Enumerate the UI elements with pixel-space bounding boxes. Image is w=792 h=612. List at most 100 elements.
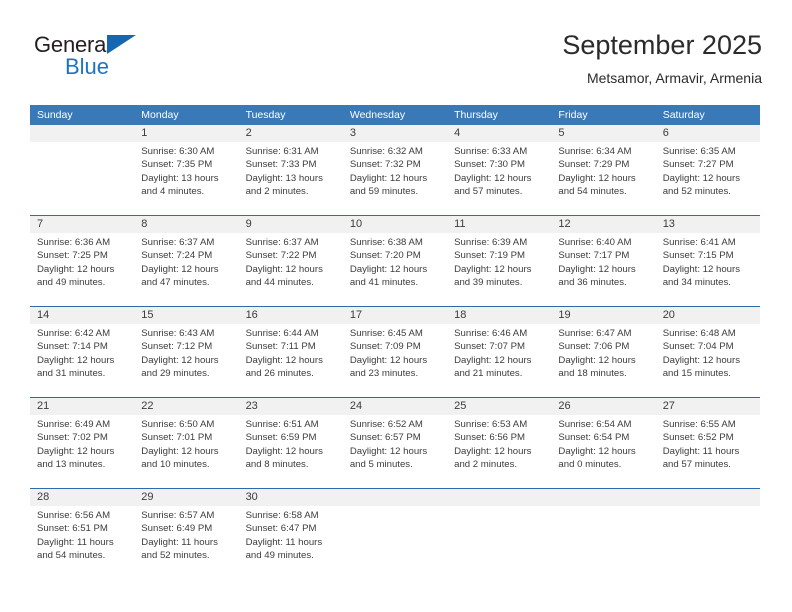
day-number[interactable]: 19 [551, 307, 655, 324]
day-number[interactable]: 21 [30, 398, 134, 415]
day-number[interactable]: 18 [447, 307, 551, 324]
day-sunset-text: Sunset: 7:22 PM [245, 250, 317, 262]
day-cell[interactable]: Sunrise: 6:54 AM Sunset: 6:54 PM Daylight:… [551, 415, 655, 488]
day-cell[interactable]: Sunrise: 6:49 AM Sunset: 7:02 PM Daylight:… [30, 415, 134, 488]
day-cell[interactable]: Sunrise: 6:40 AM Sunset: 7:17 PM Daylight:… [551, 233, 655, 306]
day-cell[interactable]: Sunrise: 6:50 AM Sunset: 7:01 PM Daylight:… [134, 415, 238, 488]
day-number[interactable]: 29 [134, 489, 238, 506]
day-sunset-text: Sunset: 7:01 PM [141, 432, 213, 444]
day-number[interactable]: 27 [656, 398, 760, 415]
day-number[interactable]: 4 [447, 125, 551, 142]
day-daylight-text: and 8 minutes. [245, 459, 309, 471]
day-cell[interactable]: Sunrise: 6:35 AM Sunset: 7:27 PM Daylight:… [656, 142, 760, 215]
day-cell[interactable]: Sunrise: 6:44 AM Sunset: 7:11 PM Daylight:… [239, 324, 343, 397]
day-number[interactable]: 28 [30, 489, 134, 506]
day-number[interactable]: 9 [239, 216, 343, 233]
day-sunrise-text: Sunrise: 6:36 AM [37, 237, 111, 248]
day-number[interactable]: 14 [30, 307, 134, 324]
day-number[interactable]: 12 [551, 216, 655, 233]
weekday-header-sunday: Sunday [37, 109, 73, 121]
day-cell[interactable]: Sunrise: 6:56 AM Sunset: 6:51 PM Daylight:… [30, 506, 134, 579]
day-cell[interactable]: Sunrise: 6:37 AM Sunset: 7:22 PM Daylight:… [239, 233, 343, 306]
day-cell[interactable]: Sunrise: 6:45 AM Sunset: 7:09 PM Daylight:… [343, 324, 447, 397]
day-number[interactable]: 11 [447, 216, 551, 233]
calendar-weeks: 1 2 3 4 5 6 Sunrise: 6:30 AM Sunset: 7:35 PM Day… [30, 125, 760, 579]
day-number[interactable]: 22 [134, 398, 238, 415]
day-daylight-text: Daylight: 11 hours [37, 536, 114, 548]
day-cell[interactable]: Sunrise: 6:37 AM Sunset: 7:24 PM Daylight:… [134, 233, 238, 306]
day-number[interactable]: 23 [239, 398, 343, 415]
day-number[interactable]: 7 [30, 216, 134, 233]
day-sunset-text: Sunset: 7:20 PM [349, 250, 421, 262]
day-cell[interactable]: Sunrise: 6:57 AM Sunset: 6:49 PM Daylight:… [134, 506, 238, 579]
day-number[interactable]: 17 [343, 307, 447, 324]
day-sunset-text: Sunset: 7:04 PM [662, 341, 734, 353]
day-number[interactable]: 26 [551, 398, 655, 415]
day-number[interactable]: 13 [656, 216, 760, 233]
day-sunrise-text: Sunrise: 6:39 AM [454, 237, 528, 248]
day-sunrise-text: Sunrise: 6:52 AM [349, 419, 423, 430]
day-sunrise-text: Sunrise: 6:44 AM [245, 328, 319, 339]
day-number[interactable]: 6 [656, 125, 760, 142]
day-cell[interactable]: Sunrise: 6:33 AM Sunset: 7:30 PM Daylight:… [447, 142, 551, 215]
day-cell[interactable]: Sunrise: 6:55 AM Sunset: 6:52 PM Daylight:… [656, 415, 760, 488]
day-cell[interactable]: Sunrise: 6:39 AM Sunset: 7:19 PM Daylight:… [447, 233, 551, 306]
day-sunrise-text: Sunrise: 6:43 AM [141, 328, 215, 339]
day-number[interactable]: 24 [343, 398, 447, 415]
day-daylight-text: and 59 minutes. [349, 186, 419, 198]
day-number[interactable]: 30 [239, 489, 343, 506]
weekday-header-row: Sunday Monday Tuesday Wednesday Thursday Frid… [30, 105, 760, 125]
day-number[interactable]: 8 [134, 216, 238, 233]
day-sunrise-text: Sunrise: 6:31 AM [245, 146, 319, 157]
day-cell[interactable]: Sunrise: 6:41 AM Sunset: 7:15 PM Daylight:… [656, 233, 760, 306]
day-cell[interactable]: Sunrise: 6:38 AM Sunset: 7:20 PM Daylight:… [343, 233, 447, 306]
day-daylight-text: and 26 minutes. [245, 368, 314, 380]
day-daylight-text: and 52 minutes. [662, 186, 731, 198]
week-row: 28 29 30 Sunrise: 6:56 AM Sunset: 6:51 PM Day… [30, 488, 760, 579]
day-cell[interactable]: Sunrise: 6:32 AM Sunset: 7:32 PM Daylight:… [343, 142, 447, 215]
day-cell[interactable]: Sunrise: 6:42 AM Sunset: 7:14 PM Daylight:… [30, 324, 134, 397]
day-daylight-text: Daylight: 12 hours [349, 263, 428, 275]
day-number[interactable]: 25 [447, 398, 551, 415]
day-cell[interactable]: Sunrise: 6:52 AM Sunset: 6:57 PM Daylight:… [343, 415, 447, 488]
day-number[interactable]: 5 [551, 125, 655, 142]
day-daylight-text: Daylight: 12 hours [37, 354, 115, 366]
day-cell[interactable]: Sunrise: 6:53 AM Sunset: 6:56 PM Daylight:… [447, 415, 551, 488]
day-daylight-text: Daylight: 11 hours [141, 536, 218, 548]
day-cell[interactable]: Sunrise: 6:58 AM Sunset: 6:47 PM Daylight:… [239, 506, 343, 579]
day-number[interactable]: 2 [239, 125, 343, 142]
day-sunset-text: Sunset: 7:33 PM [245, 159, 317, 171]
day-number[interactable]: 15 [134, 307, 238, 324]
day-sunset-text: Sunset: 7:06 PM [558, 341, 630, 353]
weekday-header-wednesday: Wednesday [349, 109, 406, 121]
day-cell[interactable]: Sunrise: 6:43 AM Sunset: 7:12 PM Daylight:… [134, 324, 238, 397]
page-subtitle: Metsamor, Armavir, Armenia [586, 70, 762, 86]
day-cell[interactable]: Sunrise: 6:48 AM Sunset: 7:04 PM Daylight:… [656, 324, 760, 397]
day-daylight-text: and 2 minutes. [245, 186, 309, 198]
day-number[interactable]: 20 [656, 307, 760, 324]
day-cell[interactable]: Sunrise: 6:36 AM Sunset: 7:25 PM Daylight:… [30, 233, 134, 306]
day-cell[interactable]: Sunrise: 6:46 AM Sunset: 7:07 PM Daylight:… [447, 324, 551, 397]
day-cell[interactable]: Sunrise: 6:47 AM Sunset: 7:06 PM Daylight:… [551, 324, 655, 397]
day-sunset-text: Sunset: 6:51 PM [37, 523, 108, 535]
day-cell[interactable]: Sunrise: 6:31 AM Sunset: 7:33 PM Daylight:… [239, 142, 343, 215]
day-cell[interactable]: Sunrise: 6:51 AM Sunset: 6:59 PM Daylight:… [239, 415, 343, 488]
day-cell[interactable]: Sunrise: 6:34 AM Sunset: 7:29 PM Daylight:… [551, 142, 655, 215]
day-sunrise-text: Sunrise: 6:49 AM [37, 419, 111, 430]
day-daylight-text: and 0 minutes. [558, 459, 622, 471]
day-number[interactable]: 10 [343, 216, 447, 233]
calendar-page: General Blue September 2025 Metsamor, Ar… [0, 0, 792, 612]
week-date-strip: 123456 [30, 125, 760, 142]
week-date-strip: 21 22 23 24 25 26 27 [30, 398, 760, 415]
weekday-header-monday: Monday [141, 109, 179, 121]
day-daylight-text: Daylight: 12 hours [454, 354, 532, 366]
day-cell[interactable]: Sunrise: 6:30 AM Sunset: 7:35 PM Daylight:… [134, 142, 238, 215]
day-number[interactable]: 3 [343, 125, 447, 142]
day-sunrise-text: Sunrise: 6:54 AM [558, 419, 632, 430]
day-number[interactable]: 16 [239, 307, 343, 324]
weekday-header-thursday: Thursday [454, 109, 498, 121]
day-sunrise-text: Sunrise: 6:58 AM [245, 510, 319, 521]
day-number[interactable]: 1 [134, 125, 238, 142]
day-daylight-text: and 34 minutes. [662, 277, 731, 289]
day-sunrise-text: Sunrise: 6:40 AM [558, 237, 632, 248]
